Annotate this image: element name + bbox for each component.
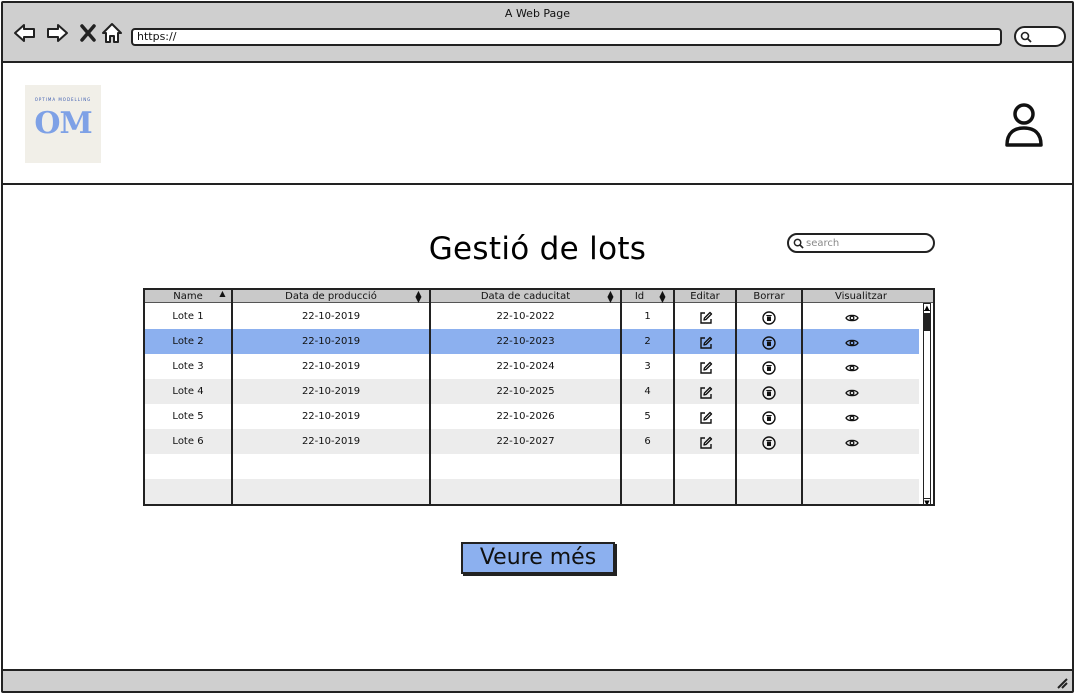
cell-data-produccio: 22-10-2019 — [301, 361, 361, 372]
logo-mark: OM — [34, 106, 92, 141]
browser-window: A Web Page https:// OM OPTIMA MODELLING … — [1, 1, 1074, 693]
column-divider — [673, 290, 675, 504]
cell-data-produccio: 22-10-2019 — [301, 386, 361, 397]
lots-table: Name ▲ Data de producció ▲ ▼ Data de cadu… — [143, 288, 935, 506]
cell-id: 5 — [644, 411, 651, 422]
edit-icon[interactable] — [699, 310, 713, 324]
cell-name: Lote 1 — [172, 311, 204, 322]
trash-icon[interactable] — [762, 335, 776, 350]
cell-id: 6 — [644, 436, 651, 447]
column-header-produccio[interactable]: Data de producció ▲ ▼ — [233, 289, 429, 304]
resize-grip-icon[interactable] — [1054, 675, 1068, 689]
trash-icon[interactable] — [762, 385, 776, 400]
trash-icon[interactable] — [762, 410, 776, 425]
cell-data-caducitat: 22-10-2022 — [496, 311, 555, 322]
status-bar — [3, 669, 1072, 691]
sort-both-icon: ▲ ▼ — [659, 289, 666, 304]
column-header-visualitzar: Visualitzar — [834, 291, 888, 302]
table-row[interactable]: Lote 5 22-10-2019 22-10-2026 5 — [145, 404, 921, 429]
scroll-up-icon[interactable]: ▲ — [923, 303, 931, 312]
edit-icon[interactable] — [699, 410, 713, 424]
cell-data-caducitat: 22-10-2023 — [496, 336, 555, 347]
cell-data-caducitat: 22-10-2025 — [496, 386, 555, 397]
table-row[interactable]: Lote 4 22-10-2019 22-10-2025 4 — [145, 379, 921, 404]
sort-asc-icon: ▲ — [219, 289, 226, 298]
column-divider — [231, 290, 233, 504]
cell-name: Lote 2 — [172, 336, 204, 347]
eye-icon[interactable] — [845, 360, 859, 374]
edit-icon[interactable] — [699, 360, 713, 374]
column-header-caducitat[interactable]: Data de caducitat ▲ ▼ — [431, 289, 620, 304]
empty-table-row[interactable] — [145, 454, 921, 479]
eye-icon[interactable] — [845, 310, 859, 324]
cell-data-caducitat: 22-10-2027 — [496, 436, 555, 447]
cell-data-produccio: 22-10-2019 — [301, 436, 361, 447]
arrow-left-icon[interactable] — [13, 21, 37, 45]
logo[interactable]: OM OPTIMA MODELLING — [25, 85, 101, 163]
browser-toolbar: A Web Page https:// — [3, 3, 1072, 63]
window-title: A Web Page — [504, 7, 571, 20]
cell-name: Lote 6 — [172, 436, 204, 447]
column-header-name[interactable]: Name ▲ — [145, 290, 231, 303]
column-header-id[interactable]: Id ▲ ▼ — [622, 289, 673, 304]
scrollbar-thumb[interactable] — [924, 313, 930, 331]
trash-icon[interactable] — [762, 435, 776, 450]
search-icon — [793, 238, 804, 249]
edit-icon[interactable] — [699, 385, 713, 399]
user-icon[interactable] — [1004, 101, 1044, 147]
scroll-down-icon[interactable]: ▼ — [923, 498, 931, 504]
cell-name: Lote 5 — [172, 411, 204, 422]
column-divider — [429, 290, 431, 504]
column-divider — [620, 290, 622, 504]
eye-icon[interactable] — [845, 435, 859, 449]
scrollbar-track[interactable] — [923, 303, 931, 504]
cell-data-produccio: 22-10-2019 — [301, 311, 361, 322]
cell-data-caducitat: 22-10-2026 — [496, 411, 555, 422]
cell-data-produccio: 22-10-2019 — [301, 336, 361, 347]
cell-name: Lote 4 — [172, 386, 204, 397]
empty-table-row[interactable] — [145, 479, 921, 504]
search-icon — [1020, 31, 1032, 43]
url-input[interactable]: https:// — [131, 28, 1002, 46]
browser-search-input[interactable] — [1014, 26, 1066, 47]
table-row[interactable]: Lote 1 22-10-2019 22-10-2022 1 — [145, 304, 921, 329]
site-header: OM OPTIMA MODELLING — [3, 63, 1072, 185]
home-icon[interactable] — [100, 21, 124, 45]
sort-both-icon: ▲ ▼ — [415, 289, 422, 304]
column-divider — [801, 290, 803, 504]
table-header: Name ▲ Data de producció ▲ ▼ Data de cadu… — [145, 289, 933, 304]
logo-subtitle: OPTIMA MODELLING — [25, 97, 101, 102]
edit-icon[interactable] — [699, 435, 713, 449]
table-scrollbar[interactable]: ▲ ▼ — [919, 303, 933, 504]
eye-icon[interactable] — [845, 410, 859, 424]
cell-data-caducitat: 22-10-2024 — [496, 361, 555, 372]
table-search-field[interactable] — [787, 233, 935, 253]
table-row[interactable]: Lote 2 22-10-2019 22-10-2023 2 — [145, 329, 921, 354]
arrow-right-icon[interactable] — [45, 21, 69, 45]
eye-icon[interactable] — [845, 385, 859, 399]
cell-id: 2 — [644, 336, 651, 347]
edit-icon[interactable] — [699, 335, 713, 349]
cell-id: 3 — [644, 361, 651, 372]
show-more-button[interactable]: Veure més — [461, 542, 615, 574]
cell-id: 4 — [644, 386, 651, 397]
cell-name: Lote 3 — [172, 361, 204, 372]
cell-id: 1 — [644, 311, 651, 322]
cell-data-produccio: 22-10-2019 — [301, 411, 361, 422]
close-icon[interactable] — [76, 21, 100, 45]
table-row[interactable]: Lote 3 22-10-2019 22-10-2024 3 — [145, 354, 921, 379]
trash-icon[interactable] — [762, 310, 776, 325]
column-divider — [735, 290, 737, 504]
table-row[interactable]: Lote 6 22-10-2019 22-10-2027 6 — [145, 429, 921, 454]
eye-icon[interactable] — [845, 335, 859, 349]
column-header-editar: Editar — [690, 291, 720, 302]
trash-icon[interactable] — [762, 360, 776, 375]
search-input[interactable] — [806, 236, 926, 250]
column-header-borrar: Borrar — [753, 291, 785, 302]
sort-both-icon: ▲ ▼ — [607, 289, 614, 304]
